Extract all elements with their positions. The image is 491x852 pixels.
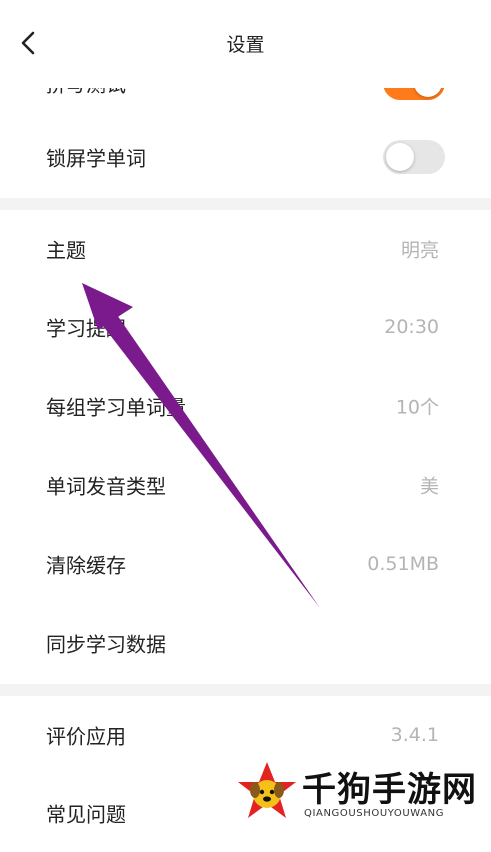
watermark-text: 千狗手游网: [302, 770, 477, 810]
settings-row-value: 0.51MB: [367, 553, 439, 575]
settings-row-clear-cache[interactable]: 清除缓存 0.51MB: [0, 525, 491, 603]
toggle-knob: [386, 143, 414, 171]
settings-row-label: 学习提醒: [46, 316, 126, 341]
top-bar: 设置: [0, 0, 491, 88]
settings-row-label: 常见问题: [46, 802, 126, 827]
settings-row-lockscreen-words[interactable]: 锁屏学单词: [0, 118, 491, 196]
dog-mascot-icon: [238, 762, 296, 818]
settings-row-pronunciation-type[interactable]: 单词发音类型 美: [0, 446, 491, 524]
settings-row-label: 主题: [46, 238, 86, 263]
settings-row-value: 美: [419, 475, 439, 498]
page-title: 设置: [226, 34, 265, 56]
settings-row-study-reminder[interactable]: 学习提醒 20:30: [0, 288, 491, 366]
settings-row-value: 明亮: [400, 239, 439, 262]
settings-row-label: 评价应用: [46, 724, 126, 749]
app-version-value: 3.4.1: [390, 724, 439, 746]
watermark-logo: 千狗手游网 QIANGOUSHOUYOUWANG: [236, 760, 486, 822]
settings-row-label: 单词发音类型: [46, 474, 166, 499]
settings-row-value: 10个: [395, 396, 439, 419]
watermark-subtext: QIANGOUSHOUYOUWANG: [304, 808, 445, 819]
lockscreen-words-toggle[interactable]: [383, 140, 445, 174]
settings-list: 拼写测试 锁屏学单词 主题 明亮 学习提醒 20:30 每组学习单词量 10个 …: [0, 0, 491, 827]
settings-row-label: 每组学习单词量: [46, 395, 186, 420]
settings-row-words-per-group[interactable]: 每组学习单词量 10个: [0, 367, 491, 445]
settings-row-label: 清除缓存: [46, 553, 126, 578]
section-divider: [0, 684, 491, 696]
settings-row-label: 锁屏学单词: [46, 146, 146, 171]
settings-row-value: 20:30: [384, 316, 439, 338]
settings-row-theme[interactable]: 主题 明亮: [0, 210, 491, 288]
settings-row-sync-data[interactable]: 同步学习数据: [0, 604, 491, 682]
section-divider: [0, 198, 491, 210]
settings-row-label: 同步学习数据: [46, 632, 166, 657]
